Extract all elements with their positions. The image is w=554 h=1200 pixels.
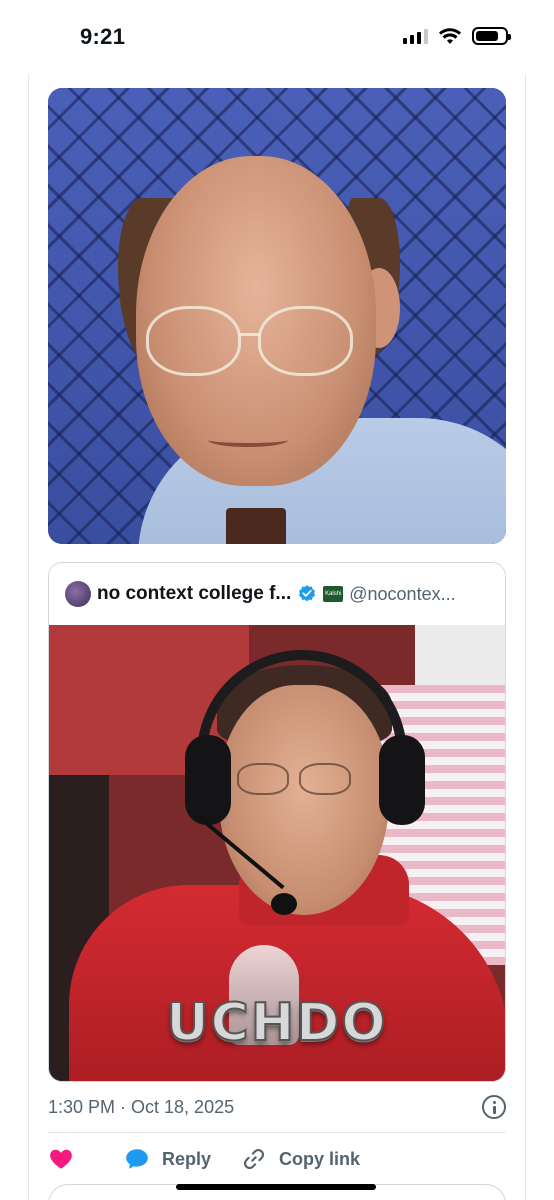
heart-icon — [50, 1149, 72, 1169]
copy-link-button[interactable]: Copy link — [241, 1146, 360, 1172]
post-image[interactable] — [48, 88, 506, 544]
quoted-author-name: no context college f... — [97, 583, 292, 604]
action-bar: Reply Copy link — [48, 1144, 506, 1174]
reply-label: Reply — [162, 1148, 212, 1169]
reply-button[interactable]: Reply — [124, 1146, 211, 1172]
status-icons — [403, 27, 511, 45]
wifi-icon — [439, 28, 461, 44]
info-icon[interactable] — [482, 1095, 506, 1119]
quoted-author-handle: @nocontex... — [349, 583, 456, 604]
speech-bubble-icon — [126, 1149, 148, 1169]
quoted-post[interactable]: no context college f... Kalshi @nocontex… — [48, 562, 506, 1082]
post-meta: 1:30 PM · Oct 18, 2025 — [48, 1094, 506, 1120]
verified-badge-icon — [299, 585, 316, 602]
cellular-signal-icon — [403, 28, 428, 44]
quoted-post-header: no context college f... Kalshi @nocontex… — [49, 563, 505, 625]
divider — [48, 1132, 506, 1133]
post-timestamp[interactable]: 1:30 PM · Oct 18, 2025 — [48, 1097, 234, 1118]
quoted-post-image[interactable]: UCHDO — [49, 625, 505, 1081]
media-overlay-text: UCHDO — [165, 992, 388, 1054]
affiliation-badge: Kalshi — [323, 586, 344, 602]
avatar[interactable] — [65, 581, 91, 607]
copy-link-label: Copy link — [279, 1148, 361, 1169]
status-time: 9:21 — [80, 24, 126, 49]
like-button[interactable] — [48, 1146, 74, 1172]
link-icon — [243, 1148, 265, 1170]
home-indicator — [176, 1184, 376, 1190]
battery-icon — [472, 27, 511, 45]
status-bar: 9:21 — [0, 0, 554, 74]
